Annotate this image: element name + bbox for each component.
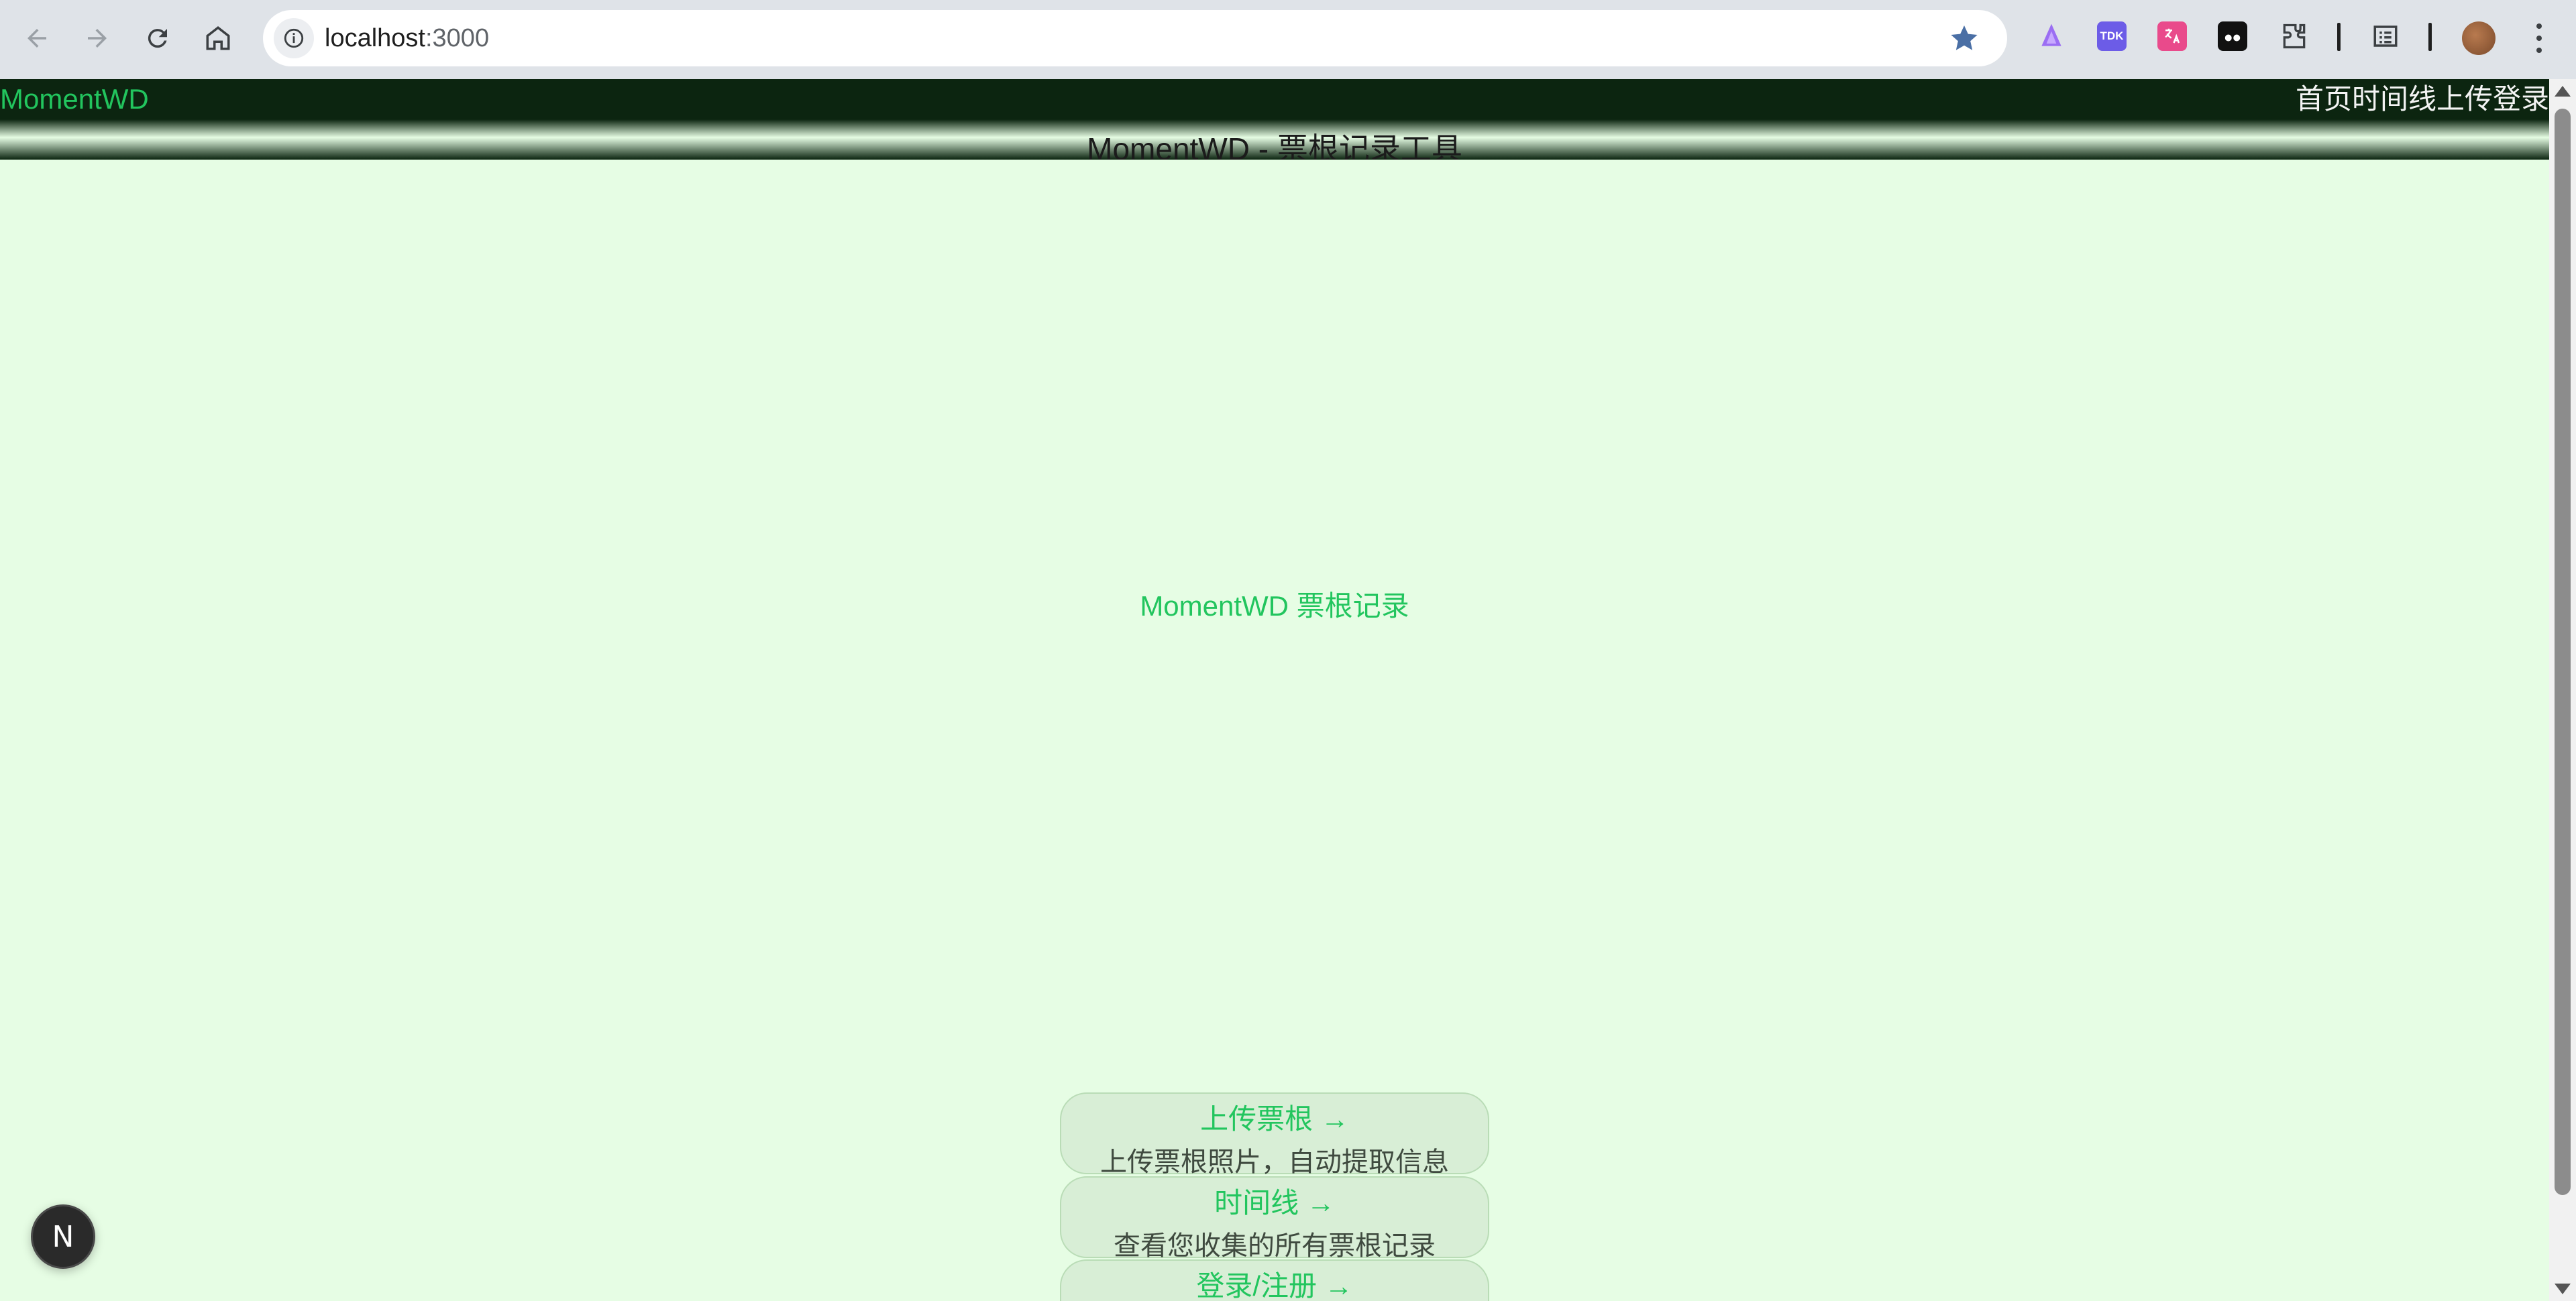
extension-translate-button[interactable] [2156, 20, 2188, 52]
vertical-scrollbar[interactable] [2549, 79, 2576, 1301]
card-title: 时间线 → [1214, 1187, 1335, 1219]
nextjs-dev-badge[interactable]: N [31, 1204, 95, 1269]
reload-button[interactable] [134, 15, 181, 62]
arrow-left-icon [28, 29, 46, 48]
extension-button[interactable] [2035, 20, 2068, 52]
card-title: 登录/注册 → [1196, 1270, 1353, 1301]
browser-menu-button[interactable] [2522, 20, 2556, 56]
upload-card[interactable]: 上传票根 → 上传票根照片，自动提取信息 [1060, 1092, 1489, 1177]
toolbar-separator [2337, 23, 2341, 51]
hero-band: MomentWD - 票根记录工具 [0, 119, 2549, 160]
next-logo-icon: N [52, 1219, 74, 1254]
nav-upload-link[interactable]: 上传 [2436, 79, 2493, 119]
address-bar[interactable]: localhost:3000 [263, 10, 2007, 66]
translate-icon [2157, 21, 2187, 51]
scroll-down-arrow-icon[interactable] [2555, 1284, 2571, 1294]
extensions-menu-button[interactable] [2278, 20, 2310, 52]
reading-list-button[interactable] [2369, 20, 2402, 52]
brand-link[interactable]: MomentWD [0, 79, 149, 119]
page-viewport: MomentWD 首页 时间线 上传 登录 MomentWD - 票根记录工具 … [0, 79, 2549, 1301]
home-icon [206, 26, 230, 50]
dot-icon [2536, 36, 2542, 41]
extension-tdk-button[interactable]: TDK [2096, 20, 2128, 52]
nav-timeline-link[interactable]: 时间线 [2352, 79, 2436, 119]
site-header: MomentWD 首页 时间线 上传 登录 [0, 79, 2549, 119]
purple-gem-icon [2041, 23, 2061, 46]
reload-icon [148, 29, 167, 48]
dot-icon [2536, 23, 2542, 29]
site-info-button[interactable] [274, 18, 314, 58]
nav-home-link[interactable]: 首页 [2296, 79, 2352, 119]
bookmark-star-icon[interactable] [1948, 22, 1980, 54]
timeline-card[interactable]: 时间线 → 查看您收集的所有票根记录 [1060, 1176, 1489, 1261]
hero-band-title: MomentWD - 票根记录工具 [1087, 131, 1462, 160]
card-title: 上传票根 → [1200, 1103, 1349, 1135]
login-card[interactable]: 登录/注册 → [1060, 1259, 1489, 1301]
dot-icon [2536, 48, 2542, 53]
tdk-icon: TDK [2097, 21, 2127, 51]
extension-glasses-button[interactable] [2216, 20, 2249, 52]
arrow-right-icon [88, 29, 107, 48]
scroll-thumb[interactable] [2555, 109, 2571, 1195]
glasses-icon [2218, 21, 2247, 51]
card-description: 上传票根照片，自动提取信息 [1100, 1147, 1449, 1177]
info-icon [284, 28, 304, 48]
reading-list-icon [2373, 25, 2398, 47]
url-host: localhost [325, 24, 425, 52]
home-button[interactable] [195, 15, 241, 62]
browser-toolbar: localhost:3000 TDK [0, 0, 2576, 80]
top-nav: 首页 时间线 上传 登录 [2296, 79, 2549, 119]
scroll-up-arrow-icon[interactable] [2555, 86, 2571, 97]
forward-button[interactable] [74, 15, 121, 62]
card-description: 查看您收集的所有票根记录 [1114, 1231, 1436, 1261]
puzzle-icon [2283, 23, 2306, 49]
back-button[interactable] [13, 15, 60, 62]
url-port: :3000 [425, 24, 490, 52]
page-title: MomentWD 票根记录 [1140, 590, 1409, 622]
url-text[interactable]: localhost:3000 [325, 10, 489, 66]
nav-login-link[interactable]: 登录 [2493, 79, 2549, 119]
profile-avatar[interactable] [2462, 21, 2496, 55]
toolbar-separator [2428, 23, 2432, 51]
